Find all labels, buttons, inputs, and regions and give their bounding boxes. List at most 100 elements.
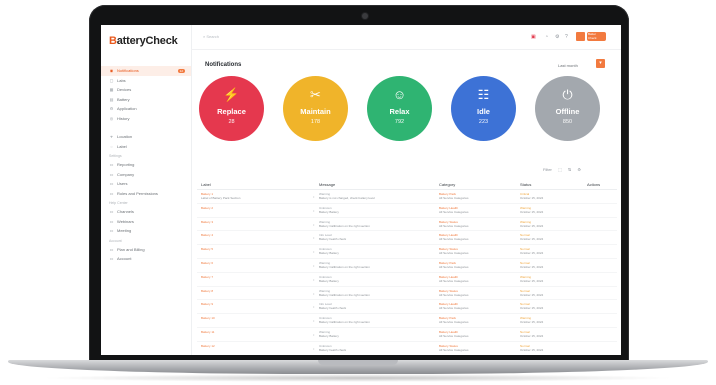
search-input[interactable]: ⌕ Search [203,34,219,39]
filter-dropdown-button[interactable]: ▾ [596,59,605,68]
row-category: Battery Health All Service Categories [439,329,469,338]
table-row[interactable]: Battery 12 • Unknown Battery health check Ba… [197,342,617,355]
summary-card-label: Replace [217,107,246,116]
sidebar-item-label: Label [117,143,127,149]
summary-card-idle[interactable]: ☷ Idle 223 [451,76,516,141]
sidebar-item-company[interactable]: ▭ Company [101,170,191,180]
summary-card-maintain[interactable]: ✂ Maintain 178 [283,76,348,141]
row-category: Battery Status All Service Categories [439,343,469,352]
sidebar-item-history[interactable]: ◎ History [101,114,191,124]
row-status: Normal October 15, 2024 [520,329,544,338]
table-row[interactable]: Battery 5 • Unknown Battery Battery Battery … [197,245,617,259]
alert-icon[interactable]: ▣ [531,34,536,40]
row-label[interactable]: Battery 11 [201,330,214,334]
table-row[interactable]: Battery 9 • Info Load Battery health check B… [197,300,617,315]
page-title: Notifications [205,62,242,68]
sidebar-item-label[interactable]: ◌ Label [101,142,191,152]
table-row[interactable]: Battery 6 • Warning Battery Calibration on … [197,259,617,273]
app-logo[interactable]: BatteryCheck [109,35,178,47]
sidebar-item-icon: ▭ [109,171,114,177]
sidebar-item-label: Notifications [117,68,139,74]
sidebar-group-label [101,123,191,132]
row-message: Warning Battery Battery [319,329,339,338]
row-label[interactable]: Battery 6 [201,261,213,265]
sidebar-item-meeting[interactable]: ▭ Meeting [101,226,191,236]
row-label[interactable]: Battery 9 [201,302,213,306]
sidebar-item-devices[interactable]: ▦ Devices [101,85,191,95]
filter-label[interactable]: Filter [543,167,552,172]
table-row[interactable]: Battery 4 • Info Load Battery health check B… [197,231,617,246]
column-header-category[interactable]: Category [439,182,455,187]
table-row[interactable]: Battery 1 Label of Battery Pack Section • W… [197,190,617,204]
table-row[interactable]: Battery 8 • Warning Battery Calibration on … [197,287,617,301]
sidebar-item-plan-and-billing[interactable]: ▭ Plan and Billing [101,245,191,255]
bell-icon[interactable]: ◔ [545,34,548,40]
row-label[interactable]: Battery 3 [201,220,213,224]
summary-card-offline[interactable]: ⏻ Offline 850 [535,76,600,141]
row-message: Unknown Battery health check [319,343,347,352]
column-header-actions[interactable]: Actions [587,182,600,187]
row-message: Warning Battery Calibration on the right … [319,260,370,269]
laptop-shadow [40,374,676,382]
table-row[interactable]: Battery 7 • Unknown Battery Battery Battery … [197,273,617,287]
sidebar-item-application[interactable]: ⚙ Application [101,104,191,114]
summary-card-relax[interactable]: ☺ Relax 792 [367,76,432,141]
sidebar-item-icon: ▭ [109,246,114,252]
sidebar-item-location[interactable]: ⌖ Location [101,132,191,142]
date-filter[interactable]: Last month [558,63,578,68]
sidebar-item-labs[interactable]: ▢ Labs [101,76,191,86]
settings-icon[interactable]: ⚙ [555,34,559,40]
help-icon[interactable]: ? [565,34,568,40]
maintain-icon: ✂ [310,87,321,102]
row-category: Battery Pack All Service Categories [439,192,469,200]
sidebar-item-label: Labs [117,77,126,83]
sidebar-item-icon: ▭ [109,228,114,234]
row-label[interactable]: Battery 5 [201,247,213,251]
sidebar-item-account[interactable]: ▭ Account [101,254,191,264]
sidebar: BatteryCheck ◉ Notifications 12 ▢ Labs ▦ Devic… [101,25,192,355]
notification-count-badge: 12 [177,68,185,73]
message-bullet-icon: • [313,290,315,296]
sidebar-item-roles-and-permissions[interactable]: ▭ Roles and Permissions [101,189,191,199]
column-header-status[interactable]: Status [520,182,531,187]
row-category: Battery Status All Service Categories [439,219,469,228]
table-row[interactable]: Battery 3 • Warning Battery Calibration on … [197,218,617,232]
sidebar-item-icon: ▢ [109,77,114,83]
sidebar-item-battery[interactable]: ▤ Battery [101,95,191,105]
sidebar-item-notifications[interactable]: ◉ Notifications 12 [101,66,191,76]
sidebar-item-reporting[interactable]: ▭ Reporting [101,160,191,170]
row-label[interactable]: Battery 10 [201,316,215,320]
row-message: Warning Battery Calibration on the right … [319,219,370,228]
row-label[interactable]: Battery 4 [201,233,213,237]
summary-card-replace[interactable]: ⚡ Replace 28 [199,76,264,141]
message-bullet-icon: • [313,262,315,268]
avatar[interactable] [576,32,585,41]
column-header-message[interactable]: Message [319,182,335,187]
row-label[interactable]: Battery 1 Label of Battery Pack Section [201,192,240,200]
columns-icon[interactable]: ⬚ [558,167,562,172]
row-message: Info Load Battery health check [319,233,347,242]
sidebar-item-users[interactable]: ▭ Users [101,179,191,189]
row-category: Battery Health All Service Categories [439,274,469,283]
sidebar-item-webinars[interactable]: ▭ Webinars [101,217,191,227]
row-category: Battery Health All Service Categories [439,233,469,242]
sort-icon[interactable]: ⇅ [568,167,571,172]
message-bullet-icon: • [313,194,315,199]
row-category: Battery Pack All Service Categories [439,316,469,325]
sidebar-item-label: History [117,115,130,121]
sidebar-item-channels[interactable]: ▭ Channels [101,207,191,217]
row-label[interactable]: Battery 7 [201,275,213,279]
row-label[interactable]: Battery 2 [201,206,213,210]
table-row[interactable]: Battery 10 • Unknown Battery Calibration on… [197,314,617,328]
sidebar-item-label: Devices [117,87,132,93]
user-menu[interactable]: Batter Check [587,32,606,41]
table-row[interactable]: Battery 2 • Unknown Battery Battery Battery … [197,204,617,218]
table-row[interactable]: Battery 11 • Warning Battery Battery Battery… [197,328,617,342]
column-header-label[interactable]: Label [201,182,211,187]
sidebar-item-label: Plan and Billing [117,246,145,252]
table-settings-icon[interactable]: ⚙ [577,167,581,172]
row-label[interactable]: Battery 8 [201,289,213,293]
message-bullet-icon: • [313,221,315,227]
summary-card-label: Offline [555,107,580,116]
row-label[interactable]: Battery 12 [201,344,215,348]
